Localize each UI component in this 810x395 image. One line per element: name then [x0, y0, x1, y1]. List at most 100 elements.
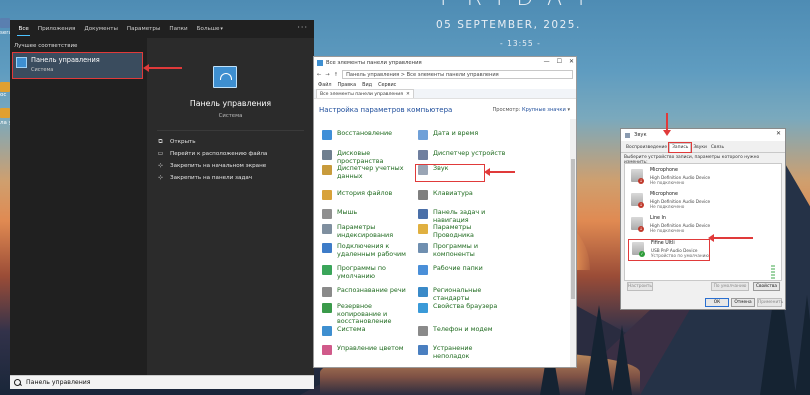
control-panel-item[interactable]: Подключения к удаленным рабочим	[322, 242, 410, 258]
wallpaper-tree	[585, 305, 613, 395]
action-label: Закрепить на начальном экране	[170, 162, 267, 169]
control-panel-item-label: Рабочие папки	[433, 264, 483, 272]
device-name: Fifine Ultli	[651, 241, 675, 246]
window-titlebar: Все элементы панели управления	[314, 57, 576, 69]
properties-button[interactable]: Свойства	[753, 282, 780, 291]
window-title: Все элементы панели управления	[326, 60, 422, 66]
control-panel-item[interactable]: Восстановление	[322, 129, 410, 140]
control-panel-item[interactable]: Диспетчер учетных данных	[322, 164, 410, 180]
recording-device-item-default[interactable]: ✓ Fifine Ultli USB PnP Audio Device Устр…	[628, 239, 710, 261]
tab-all[interactable]: Все	[14, 20, 33, 38]
action-pin-to-start[interactable]: ⊹ Закрепить на начальном экране	[157, 162, 266, 169]
control-panel-item[interactable]: Дата и время	[418, 129, 506, 140]
forward-arrow-icon[interactable]: →	[325, 72, 329, 78]
tab-all-control-panel-items[interactable]: Все элементы панели управления ✕	[316, 89, 414, 98]
desktop-folder-icon[interactable]	[0, 82, 10, 92]
best-match-heading: Лучшее соответствие	[14, 43, 78, 49]
pin-icon: ⊹	[157, 174, 164, 181]
menu-view[interactable]: Вид	[362, 82, 372, 88]
disconnected-badge-icon: ↓	[638, 226, 644, 232]
device-status: Не подключено	[650, 180, 685, 185]
set-default-button[interactable]: По умолчанию	[711, 282, 749, 291]
control-panel-item[interactable]: Программы по умолчанию	[322, 264, 410, 280]
tab-communications[interactable]: Связь	[709, 144, 726, 152]
control-panel-item[interactable]: Резервное копирование и восстановление	[322, 302, 410, 326]
minimize-icon[interactable]: —	[544, 58, 550, 65]
desktop-folder-icon[interactable]	[0, 108, 10, 118]
close-icon[interactable]: ✕	[406, 92, 410, 97]
action-label: Перейти к расположению файла	[170, 150, 268, 157]
configure-button[interactable]: Настроить	[627, 282, 653, 291]
page-title: Настройка параметров компьютера	[319, 106, 453, 114]
scrollbar-thumb[interactable]	[571, 159, 575, 299]
control-panel-item[interactable]: Параметры индексирования	[322, 223, 410, 239]
control-panel-item[interactable]: История файлов	[322, 189, 410, 200]
sound-dialog: Звук ✕ Воспроизведение Запись Звуки Связ…	[620, 128, 786, 310]
control-panel-item-label: Региональные стандарты	[433, 286, 482, 302]
tab-folders[interactable]: Папки	[165, 20, 192, 38]
recording-device-item[interactable]: ↓ Microphone High Definition Audio Devic…	[628, 191, 758, 211]
keyboard-icon	[418, 190, 428, 200]
control-panel-item[interactable]: Дисковые пространства	[322, 149, 410, 165]
annotation-arrow	[484, 168, 515, 176]
action-open[interactable]: ⧉ Открыть	[157, 138, 195, 145]
tab-more[interactable]: Больше▾	[192, 20, 227, 38]
tab-sounds[interactable]: Звуки	[691, 144, 709, 152]
control-panel-item[interactable]: Диспетчер устройств	[418, 149, 506, 160]
apply-button[interactable]: Применить	[757, 298, 783, 307]
wallpaper-tree	[795, 295, 810, 395]
control-panel-item-label: Подключения к удаленным рабочим	[337, 242, 406, 258]
back-arrow-icon[interactable]: ←	[317, 72, 321, 78]
control-panel-item-label: Параметры Проводника	[433, 223, 474, 239]
cancel-button[interactable]: Отмена	[731, 298, 755, 307]
clock-date: 05 SEPTEMBER, 2025.	[436, 19, 581, 31]
window-controls: — ☐ ✕	[544, 58, 574, 65]
mouse-icon	[322, 209, 332, 219]
control-panel-item[interactable]: Клавиатура	[418, 189, 506, 200]
device-name: Microphone	[650, 192, 678, 197]
remote-desktop-icon	[322, 243, 332, 253]
tab-playback[interactable]: Воспроизведение	[624, 144, 669, 152]
recording-device-item[interactable]: ↓ Line In High Definition Audio Device Н…	[628, 215, 758, 235]
control-panel-item[interactable]: Распознавание речи	[322, 286, 410, 297]
address-bar[interactable]: Панель управления > Все элементы панели …	[342, 70, 573, 79]
menu-tools[interactable]: Сервис	[378, 82, 396, 88]
scrollbar[interactable]	[570, 119, 576, 367]
recording-device-item[interactable]: ↓ Microphone High Definition Audio Devic…	[628, 167, 758, 187]
maximize-icon[interactable]: ☐	[557, 58, 562, 65]
action-open-file-location[interactable]: ▭ Перейти к расположению файла	[157, 150, 268, 157]
control-panel-item[interactable]: Свойства браузера	[418, 302, 506, 313]
menu-edit[interactable]: Правка	[338, 82, 357, 88]
up-arrow-icon[interactable]: ↑	[334, 72, 338, 78]
control-panel-item[interactable]: Региональные стандарты	[418, 286, 506, 302]
control-panel-item[interactable]: Мышь	[322, 208, 410, 219]
phone-modem-icon	[418, 326, 428, 336]
desktop-shortcut-icon[interactable]	[0, 18, 10, 28]
control-panel-item[interactable]: Устранение неполадок	[418, 344, 506, 360]
control-panel-item[interactable]: Параметры Проводника	[418, 223, 506, 239]
action-pin-to-taskbar[interactable]: ⊹ Закрепить на панели задач	[157, 174, 252, 181]
close-icon[interactable]: ✕	[569, 58, 574, 65]
close-icon[interactable]: ✕	[776, 130, 781, 137]
control-panel-item-label: Дисковые пространства	[337, 149, 384, 165]
control-panel-item[interactable]: Панель задач и навигация	[418, 208, 506, 224]
tab-apps[interactable]: Приложения	[33, 20, 80, 38]
control-panel-item[interactable]: Программы и компоненты	[418, 242, 506, 258]
view-selector[interactable]: Просмотр: Крупные значки ▾	[492, 107, 570, 113]
control-panel-item[interactable]: Управление цветом	[322, 344, 410, 355]
control-panel-item[interactable]: Телефон и модем	[418, 325, 506, 336]
control-panel-icon	[317, 60, 323, 66]
control-panel-item[interactable]: Рабочие папки	[418, 264, 506, 275]
ok-button[interactable]: ОК	[705, 298, 729, 307]
control-panel-item[interactable]: Система	[322, 325, 410, 336]
recovery-icon	[322, 130, 332, 140]
menu-file[interactable]: Файл	[318, 82, 332, 88]
taskbar-search-box[interactable]: Панель управления	[10, 375, 314, 389]
tab-settings[interactable]: Параметры	[122, 20, 165, 38]
best-match-result[interactable]: Панель управления Система	[12, 52, 143, 79]
tab-recording[interactable]: Запись	[668, 142, 693, 153]
control-panel-item-label: Распознавание речи	[337, 286, 406, 294]
tab-documents[interactable]: Документы	[80, 20, 122, 38]
dialog-title: Звук	[634, 132, 647, 138]
more-options-icon[interactable]: ···	[297, 23, 308, 32]
